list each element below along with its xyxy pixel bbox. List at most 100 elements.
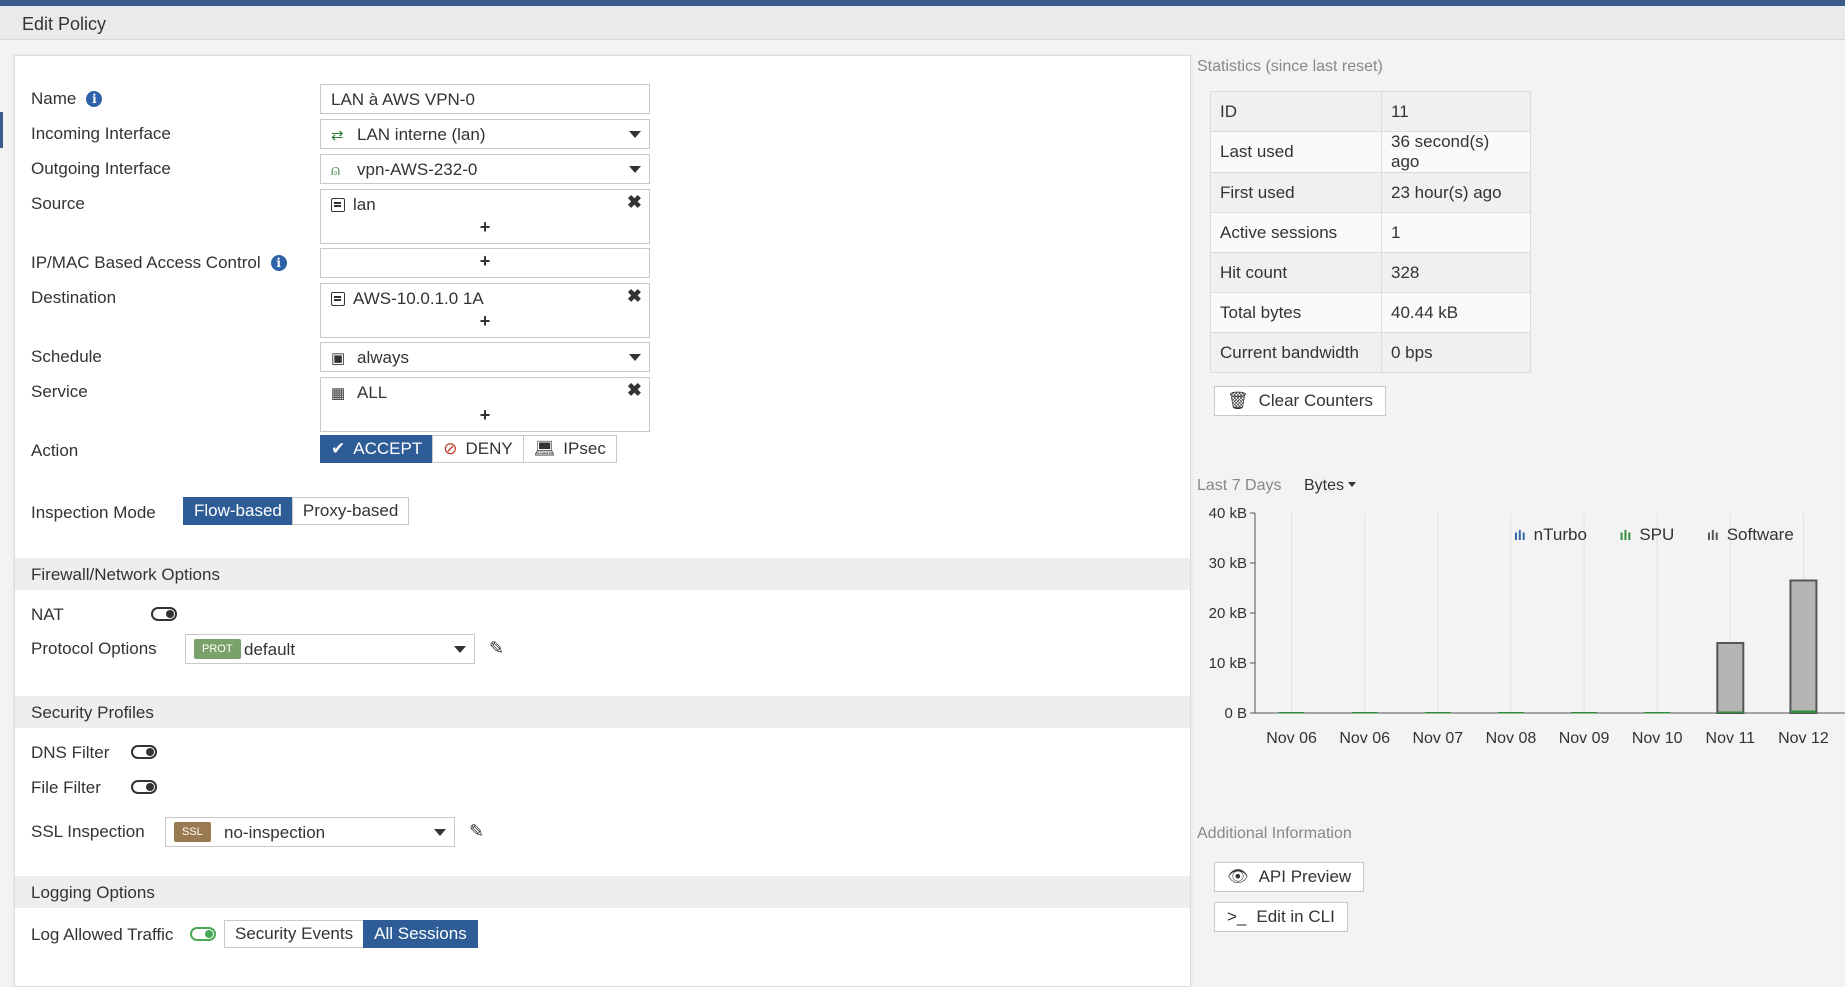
security-section-header: Security Profiles (15, 696, 1190, 728)
ssl-tag: SSL (174, 822, 211, 842)
incoming-interface-select[interactable]: ⇄ LAN interne (lan) (320, 119, 650, 149)
chevron-down-icon (454, 646, 466, 653)
address-icon (331, 292, 345, 306)
y-tick-label: 40 kB (1209, 505, 1247, 522)
interface-arrows-icon: ⇄ (331, 127, 344, 144)
outgoing-interface-select[interactable]: ⍝ vpn-AWS-232-0 (320, 154, 650, 184)
name-label: Name i (31, 89, 103, 109)
chevron-down-icon (1348, 482, 1357, 487)
calendar-icon: ▣ (331, 350, 346, 367)
legend-spu[interactable]: ılı SPU (1620, 525, 1675, 545)
action-toggle-group: ✔ ACCEPT ⊘ DENY 💻︎ IPsec (320, 435, 617, 463)
title-bar: Edit Policy (0, 6, 1845, 40)
source-label: Source (31, 194, 85, 213)
spu-bar (1278, 712, 1305, 714)
terminal-icon: >_ (1227, 907, 1247, 926)
protocol-options-select[interactable]: PROT default (185, 634, 475, 664)
edit-pencil-icon[interactable]: ✎ (489, 638, 504, 659)
security-events-button[interactable]: Security Events (224, 920, 365, 948)
table-row: Hit count 328 (1210, 252, 1531, 293)
destination-field[interactable]: AWS-10.0.1.0 1A ✖ + (320, 283, 650, 338)
ssl-inspection-select[interactable]: SSL no-inspection (165, 817, 455, 847)
chevron-down-icon (629, 131, 641, 138)
spu-bar (1571, 712, 1598, 714)
legend-software[interactable]: ılı Software (1707, 525, 1794, 545)
x-tick-label: Nov 09 (1559, 730, 1610, 747)
ipmac-field[interactable]: + (320, 248, 650, 278)
table-row: Active sessions 1 (1210, 212, 1531, 253)
info-icon[interactable]: i (86, 91, 103, 107)
remove-destination-icon[interactable]: ✖ (627, 286, 642, 307)
legend-nturbo[interactable]: ılı nTurbo (1514, 525, 1587, 545)
inspection-mode-label: Inspection Mode (31, 503, 156, 522)
protocol-options-label: Protocol Options (31, 639, 157, 658)
file-filter-toggle[interactable] (131, 780, 157, 794)
logging-section-header: Logging Options (15, 876, 1190, 908)
x-tick-label: Nov 12 (1778, 730, 1829, 747)
table-row: Last used 36 second(s) ago (1210, 131, 1531, 173)
add-destination-icon[interactable]: + (480, 311, 491, 332)
nat-toggle[interactable] (151, 607, 177, 621)
x-tick-label: Nov 07 (1412, 730, 1463, 747)
info-icon[interactable]: i (270, 255, 287, 271)
action-label: Action (31, 441, 79, 460)
schedule-select[interactable]: ▣ always (320, 342, 650, 372)
remove-source-icon[interactable]: ✖ (627, 192, 642, 213)
add-source-icon[interactable]: + (480, 217, 491, 238)
deny-icon: ⊘ (443, 439, 458, 458)
ssl-inspection-label: SSL Inspection (31, 822, 145, 841)
nat-label: NAT (31, 605, 64, 624)
incoming-interface-label: Incoming Interface (31, 124, 171, 143)
logging-mode-group: Security Events All Sessions (224, 920, 478, 948)
tunnel-icon: ⍝ (331, 162, 341, 179)
service-field[interactable]: ▦ ALL ✖ + (320, 377, 650, 432)
name-input[interactable]: LAN à AWS VPN-0 (320, 84, 650, 114)
bar-chart-icon: ılı (1514, 527, 1526, 543)
dns-filter-toggle[interactable] (131, 745, 157, 759)
api-preview-button[interactable]: 👁︎ API Preview (1214, 862, 1365, 892)
table-row: First used 23 hour(s) ago (1210, 172, 1531, 213)
spu-bar (1717, 711, 1744, 713)
prot-tag: PROT (194, 639, 241, 659)
chevron-down-icon (629, 166, 641, 173)
y-tick-label: 20 kB (1209, 605, 1247, 622)
flow-based-button[interactable]: Flow-based (183, 497, 293, 525)
destination-label: Destination (31, 288, 117, 307)
chart-metric-dropdown[interactable]: Bytes (1304, 477, 1357, 495)
log-allowed-toggle[interactable] (190, 927, 216, 941)
policy-form-panel: Name i LAN à AWS VPN-0 Incoming Interface… (14, 55, 1191, 987)
left-nav-indicator (0, 112, 3, 148)
add-ipmac-icon[interactable]: + (480, 251, 491, 272)
bar-chart-icon: ılı (1619, 527, 1632, 543)
all-sessions-button[interactable]: All Sessions (363, 920, 478, 948)
accept-button[interactable]: ✔ ACCEPT (320, 435, 434, 463)
software-bar (1789, 579, 1818, 714)
log-allowed-label: Log Allowed Traffic (31, 925, 174, 944)
x-tick-label: Nov 08 (1486, 730, 1537, 747)
spu-bar (1497, 712, 1524, 714)
clear-counters-button[interactable]: 🗑︎ Clear Counters (1214, 386, 1386, 416)
edit-in-cli-button[interactable]: >_ Edit in CLI (1214, 902, 1348, 932)
deny-button[interactable]: ⊘ DENY (432, 435, 524, 463)
spu-bar (1351, 712, 1378, 714)
edit-pencil-icon[interactable]: ✎ (469, 821, 484, 842)
laptop-icon: 💻︎ (533, 439, 556, 458)
add-service-icon[interactable]: + (480, 405, 491, 426)
y-tick-label: 0 B (1224, 705, 1247, 722)
bar-chart-icon: ılı (1707, 527, 1719, 543)
outgoing-interface-label: Outgoing Interface (31, 159, 171, 178)
source-field[interactable]: lan ✖ + (320, 189, 650, 244)
chart-legend: ılı nTurbo ılı SPU ılı Software (1486, 525, 1794, 545)
eye-icon: 👁︎ (1227, 867, 1249, 886)
y-tick-label: 30 kB (1209, 555, 1247, 572)
ipsec-button[interactable]: 💻︎ IPsec (522, 435, 617, 463)
proxy-based-button[interactable]: Proxy-based (291, 497, 410, 525)
file-filter-label: File Filter (31, 778, 101, 797)
ipmac-label: IP/MAC Based Access Control i (31, 253, 287, 273)
x-tick-label: Nov 11 (1706, 730, 1756, 747)
remove-service-icon[interactable]: ✖ (627, 380, 642, 401)
software-bar (1716, 642, 1745, 714)
service-icon: ▦ (331, 385, 346, 402)
page-title: Edit Policy (22, 14, 107, 34)
firewall-section-header: Firewall/Network Options (15, 558, 1190, 590)
